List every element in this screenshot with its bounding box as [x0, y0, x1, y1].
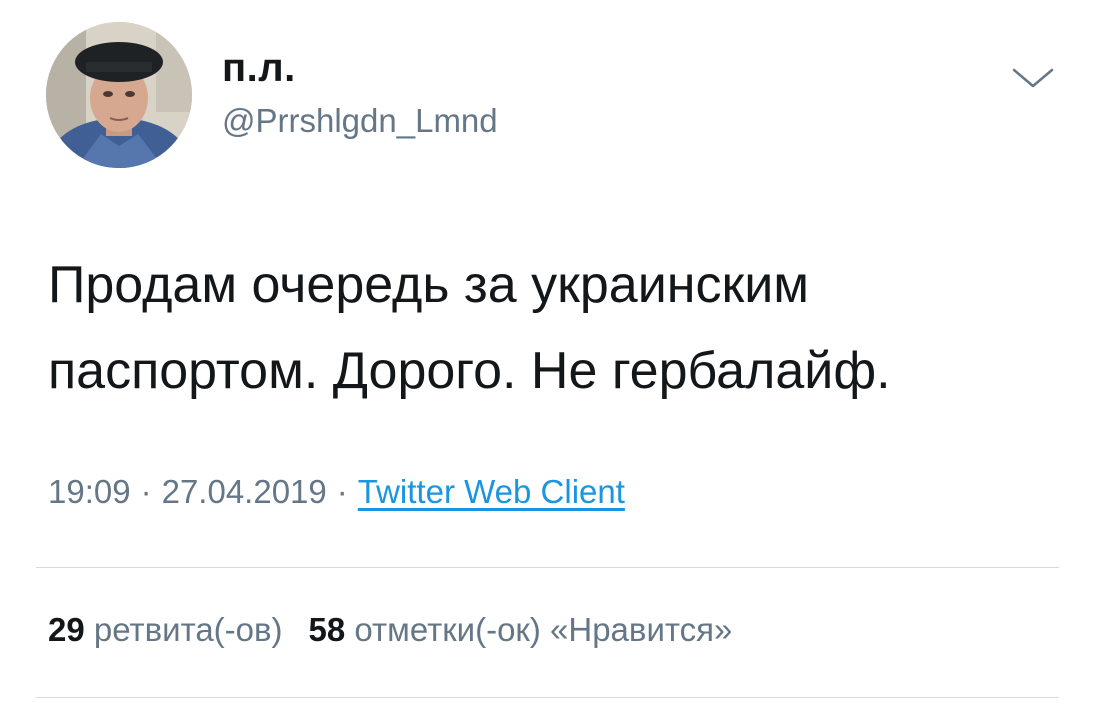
author-display-name[interactable]: п.л. [222, 46, 296, 90]
separator-dot: · [336, 473, 348, 510]
divider [36, 567, 1059, 568]
likes-label: отметки(-ок) «Нравится» [354, 611, 733, 648]
chevron-down-icon[interactable] [1010, 64, 1056, 92]
tweet-date[interactable]: 27.04.2019 [162, 473, 327, 510]
author-handle[interactable]: @Prrshlgdn_Lmnd [222, 102, 498, 140]
divider [36, 697, 1059, 698]
tweet-time[interactable]: 19:09 [48, 473, 131, 510]
avatar-photo [46, 22, 192, 168]
separator-dot: · [140, 473, 152, 510]
tweet-text-line: Продам очередь за украинским [48, 256, 810, 314]
avatar[interactable] [46, 22, 192, 168]
retweets-label: ретвита(-ов) [93, 611, 283, 648]
tweet-stats: 29 ретвита(-ов) 58 отметки(-ок) «Нравится… [48, 610, 732, 650]
retweets-count: 29 [48, 611, 85, 648]
tweet-text: Продам очередь за украинским паспортом. … [48, 242, 1058, 414]
retweets-stat[interactable]: 29 ретвита(-ов) [48, 611, 283, 648]
tweet-metadata: 19:09 · 27.04.2019 · Twitter Web Client [48, 472, 625, 512]
client-link[interactable]: Twitter Web Client [358, 473, 625, 510]
likes-stat[interactable]: 58 отметки(-ок) «Нравится» [309, 611, 733, 648]
likes-count: 58 [308, 611, 346, 648]
tweet-text-line: паспортом. Дорого. Не гербалайф. [48, 342, 891, 400]
